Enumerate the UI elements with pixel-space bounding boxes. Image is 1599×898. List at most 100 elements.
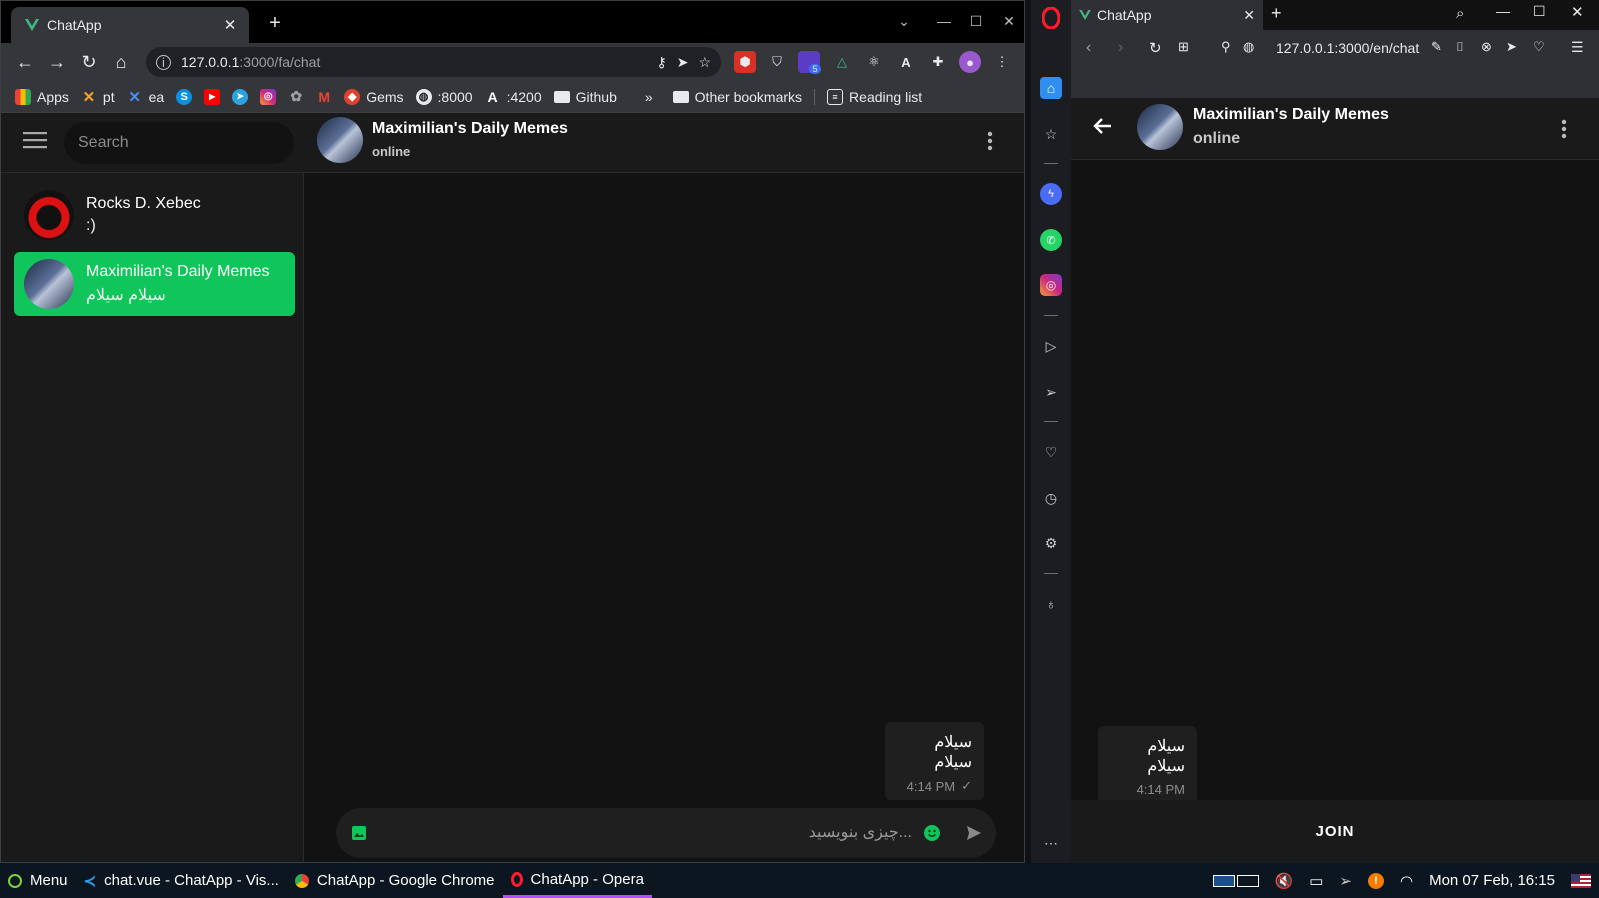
- new-tab-button[interactable]: +: [1271, 3, 1282, 24]
- image-attach-icon[interactable]: [352, 826, 366, 840]
- chat-list-item[interactable]: Rocks D. Xebec :): [14, 183, 295, 247]
- kebab-menu-icon[interactable]: ⋮: [991, 51, 1013, 73]
- heart-icon[interactable]: ♡: [1533, 39, 1545, 55]
- puzzle-icon[interactable]: ✚: [927, 51, 949, 73]
- close-tab-icon[interactable]: ✕: [221, 16, 239, 34]
- camera-icon[interactable]: ⌷: [1456, 39, 1464, 55]
- react-icon[interactable]: ⚛: [863, 51, 885, 73]
- volume-muted-icon[interactable]: 🔇: [1267, 863, 1302, 898]
- battery-icon[interactable]: ▭: [1301, 863, 1331, 898]
- settings-gear-icon[interactable]: ⚙: [1040, 532, 1062, 554]
- back-icon[interactable]: ←: [13, 50, 37, 74]
- reload-icon[interactable]: ↻: [1149, 39, 1162, 57]
- bookmark-skype[interactable]: S: [176, 88, 193, 105]
- player-icon[interactable]: ▷: [1040, 335, 1062, 357]
- back-icon[interactable]: ‹: [1086, 39, 1091, 57]
- forward-icon[interactable]: →: [45, 50, 69, 74]
- reload-icon[interactable]: ↻: [77, 50, 101, 74]
- messenger-icon[interactable]: ϟ: [1040, 183, 1062, 205]
- chrome-tab[interactable]: ChatApp ✕: [11, 7, 249, 43]
- back-arrow-icon[interactable]: [1093, 116, 1113, 136]
- telegram-tray-icon[interactable]: ➢: [1331, 863, 1360, 898]
- tab-search-icon[interactable]: ⌄: [891, 9, 917, 33]
- kebab-menu-icon[interactable]: [1561, 119, 1567, 139]
- history-icon[interactable]: ◷: [1040, 487, 1062, 509]
- chat-list-item-active[interactable]: Maximilian's Daily Memes سیلام سیلام: [14, 252, 295, 316]
- close-tab-icon[interactable]: ✕: [1243, 7, 1255, 24]
- url-text[interactable]: 127.0.0.1:3000/fa/chat: [181, 54, 646, 70]
- vue-devtools-icon[interactable]: △: [831, 51, 853, 73]
- block-icon[interactable]: ⊗: [1481, 39, 1492, 55]
- clock[interactable]: Mon 07 Feb, 16:15: [1421, 863, 1563, 898]
- send-icon[interactable]: ➢: [1040, 381, 1062, 403]
- bookmark-telegram[interactable]: ➤: [232, 88, 249, 105]
- heart-icon[interactable]: ♡: [1040, 441, 1062, 463]
- start-menu-button[interactable]: Menu: [0, 863, 76, 898]
- forward-icon[interactable]: ›: [1118, 39, 1123, 57]
- close-window-button[interactable]: ✕: [1571, 3, 1584, 21]
- reading-list[interactable]: ≡ Reading list: [814, 88, 922, 105]
- bookmark-gmail[interactable]: M: [316, 89, 332, 105]
- chat-header-avatar[interactable]: [317, 117, 363, 163]
- emoji-icon[interactable]: [924, 825, 940, 841]
- keyboard-layout-flag-icon[interactable]: [1563, 863, 1599, 898]
- extension-red-icon[interactable]: ⬢: [734, 51, 756, 73]
- hamburger-menu-icon[interactable]: [23, 131, 47, 149]
- font-extension-icon[interactable]: A: [895, 51, 917, 73]
- more-bookmarks-button[interactable]: »: [645, 89, 653, 105]
- send-icon[interactable]: [966, 825, 982, 841]
- opera-logo-icon[interactable]: [1040, 7, 1062, 29]
- new-tab-button[interactable]: +: [263, 11, 287, 35]
- kebab-menu-icon[interactable]: [987, 131, 993, 151]
- bookmark-youtube[interactable]: ▶: [204, 88, 221, 105]
- opera-url-text[interactable]: 127.0.0.1:3000/en/chat: [1276, 40, 1422, 56]
- search-input[interactable]: [64, 122, 294, 164]
- bookmark-4200[interactable]: A :4200: [485, 89, 542, 105]
- star-icon[interactable]: ☆: [698, 54, 711, 71]
- instagram-icon[interactable]: ◎: [1040, 274, 1062, 296]
- lightbulb-icon[interactable]: ♁: [1040, 593, 1062, 615]
- home-icon[interactable]: ⌂: [1040, 77, 1062, 99]
- join-button[interactable]: JOIN: [1071, 800, 1599, 863]
- maximize-button[interactable]: ☐: [963, 9, 989, 33]
- task-vscode[interactable]: ≺ chat.vue - ChatApp - Vis...: [76, 863, 287, 898]
- maximize-button[interactable]: ☐: [1533, 3, 1546, 20]
- workspace-switcher[interactable]: [1205, 863, 1267, 898]
- profile-avatar[interactable]: ●: [959, 51, 981, 73]
- bookmark-pt[interactable]: ✕ pt: [81, 89, 115, 106]
- send-icon[interactable]: ➤: [677, 54, 689, 71]
- send-icon[interactable]: ➤: [1506, 39, 1517, 55]
- message-bubble[interactable]: سیلام سیلام 4:14 PM ✓: [885, 722, 984, 800]
- extension-purple-icon[interactable]: 5: [798, 51, 821, 74]
- info-icon[interactable]: i: [156, 54, 171, 70]
- bookmark-gems[interactable]: ◆ Gems: [344, 88, 404, 105]
- tabs-grid-icon[interactable]: ⊞: [1178, 39, 1189, 55]
- edit-icon[interactable]: ✎: [1431, 39, 1442, 55]
- bookmark-openai[interactable]: ✿: [288, 88, 304, 105]
- message-bubble[interactable]: سیلام سیلام 4:14 PM: [1098, 726, 1197, 803]
- zoom-icon[interactable]: ⚲: [1221, 39, 1231, 55]
- minimize-button[interactable]: —: [1496, 3, 1510, 19]
- chat-header-avatar[interactable]: [1137, 104, 1183, 150]
- search-icon[interactable]: ⌕: [1456, 5, 1464, 22]
- update-alert-icon[interactable]: !: [1360, 863, 1392, 898]
- easy-setup-icon[interactable]: ☰: [1571, 39, 1584, 56]
- shield-icon[interactable]: ⛉: [766, 51, 788, 73]
- bookmark-ea[interactable]: ✕ ea: [127, 89, 164, 106]
- minimize-button[interactable]: —: [931, 9, 957, 33]
- globe-icon[interactable]: ◍: [1243, 39, 1254, 55]
- close-window-button[interactable]: ✕: [996, 9, 1022, 33]
- task-opera[interactable]: ChatApp - Opera: [502, 863, 652, 898]
- message-input[interactable]: [378, 824, 912, 842]
- pinboard-icon[interactable]: ☆: [1040, 123, 1062, 145]
- bookmark-github[interactable]: Github: [553, 89, 617, 105]
- bookmark-8000[interactable]: ◍ :8000: [415, 88, 473, 105]
- other-bookmarks[interactable]: Other bookmarks: [672, 89, 802, 105]
- whatsapp-icon[interactable]: ✆: [1040, 229, 1062, 251]
- wifi-icon[interactable]: ◠: [1392, 863, 1421, 898]
- bookmark-apps[interactable]: Apps: [15, 88, 69, 105]
- key-icon[interactable]: ⚷: [656, 54, 666, 71]
- task-chrome[interactable]: ChatApp - Google Chrome: [287, 863, 503, 898]
- more-dots-icon[interactable]: ⋯: [1040, 832, 1062, 854]
- bookmark-instagram[interactable]: ◎: [260, 88, 277, 105]
